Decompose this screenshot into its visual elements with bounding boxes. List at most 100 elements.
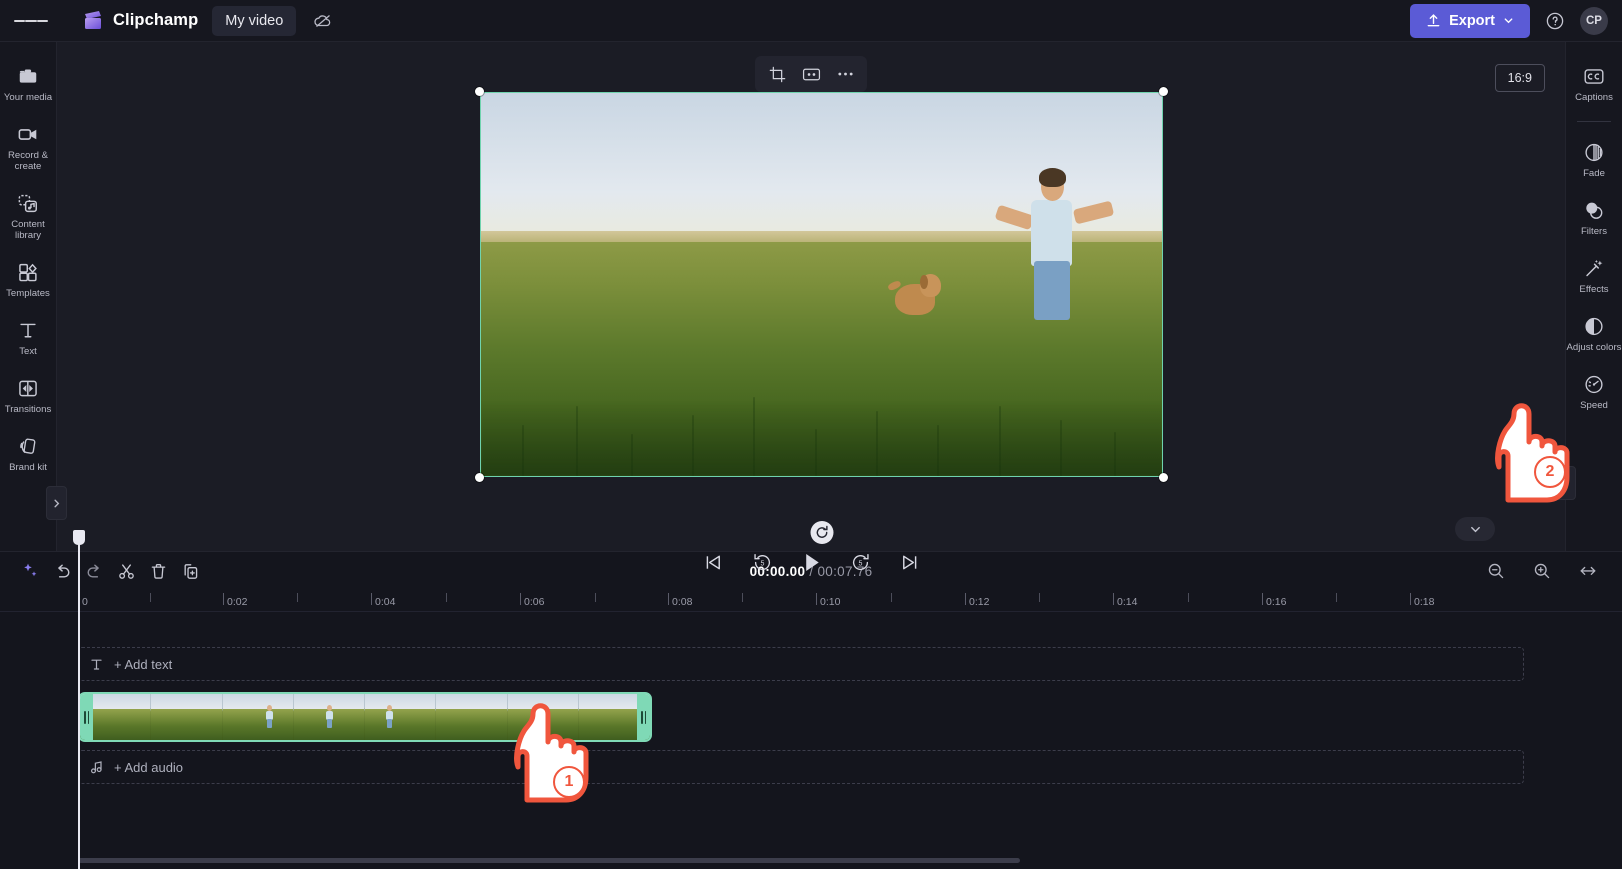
ellipsis-icon[interactable] [830, 61, 860, 87]
resize-handle-bottom-left[interactable] [475, 473, 484, 482]
add-text-label: + Add text [114, 656, 173, 672]
sidebar-item-templates[interactable]: Templates [1, 252, 56, 306]
timeline-tracks: + Add text + Add audio [0, 612, 1622, 869]
preview-child [994, 168, 1115, 338]
filters-circles-icon [1583, 199, 1605, 221]
redo-arrow-icon[interactable] [80, 558, 108, 584]
sidebar-item-content-library[interactable]: Content library [1, 183, 56, 248]
keyframe-box-icon[interactable] [796, 61, 826, 87]
sidebar-item-your-media[interactable]: Your media [1, 56, 56, 110]
right-item-captions[interactable]: Captions [1567, 56, 1622, 110]
help-circle-icon[interactable] [1542, 8, 1568, 34]
effects-wand-icon [1583, 257, 1605, 279]
right-sidebar: Captions Fade Filters Effects Adjust col… [1555, 42, 1622, 551]
skip-forward-icon[interactable] [894, 547, 924, 577]
export-button[interactable]: Export [1410, 3, 1530, 38]
add-text-track[interactable]: + Add text [78, 647, 1524, 681]
svg-text:5: 5 [858, 560, 862, 567]
ruler-label: 0:16 [1266, 596, 1287, 608]
top-bar: Clipchamp My video Export CP [0, 0, 1622, 42]
ruler-label: 0:04 [375, 596, 396, 608]
ruler-label: 0:06 [524, 596, 545, 608]
playhead[interactable] [73, 530, 85, 869]
sparkle-icon[interactable] [16, 558, 44, 584]
speedometer-icon [1583, 373, 1605, 395]
chevron-down-icon [1503, 15, 1514, 26]
ruler-label: 0:08 [672, 596, 693, 608]
right-item-label: Captions [1575, 92, 1613, 103]
add-audio-track[interactable]: + Add audio [78, 750, 1524, 784]
playhead-knob[interactable] [73, 530, 85, 545]
right-item-label: Adjust colors [1566, 342, 1622, 354]
magnifier-plus-icon[interactable] [1528, 558, 1556, 584]
sidebar-label: Templates [6, 288, 50, 300]
undo-arrow-icon[interactable] [48, 558, 76, 584]
ruler-label: 0:10 [820, 596, 841, 608]
right-item-label: Effects [1579, 284, 1609, 296]
magnifier-minus-icon[interactable] [1482, 558, 1510, 584]
video-clip[interactable] [78, 692, 652, 742]
transitions-icon [17, 377, 39, 399]
clip-thumbnails [80, 694, 650, 740]
rewind-5-icon[interactable]: 5 [747, 547, 777, 577]
crop-icon[interactable] [762, 61, 792, 87]
scissors-icon[interactable] [112, 558, 140, 584]
right-item-adjust-colors[interactable]: Adjust colors [1567, 306, 1622, 360]
right-item-label: Filters [1580, 226, 1608, 238]
rotate-clockwise-icon[interactable] [810, 521, 834, 544]
timeline-zoom-controls [1482, 558, 1606, 584]
play-icon[interactable] [796, 547, 826, 577]
closed-captions-icon [1583, 65, 1605, 87]
resize-handle-top-left[interactable] [475, 87, 484, 96]
clipchamp-logo-icon [82, 10, 104, 31]
panel-expand-down-button[interactable] [1455, 517, 1495, 541]
right-item-filters[interactable]: Filters [1567, 190, 1622, 244]
export-label: Export [1449, 12, 1495, 29]
right-sidebar-collapse-button[interactable] [1555, 466, 1576, 500]
sidebar-item-text[interactable]: Text [1, 310, 56, 364]
ruler-label: 0:12 [969, 596, 990, 608]
cloud-off-icon[interactable] [310, 8, 336, 34]
music-note-icon [89, 760, 104, 775]
clip-trim-handle-left[interactable] [80, 694, 93, 740]
trash-icon[interactable] [144, 558, 172, 584]
timeline-panel: 00:00.00 / 00:07.76 0 0:02 0:04 0:06 0:0… [0, 530, 1622, 869]
editor-body: Your media Record & create Content libra… [0, 42, 1622, 571]
resize-handle-bottom-right[interactable] [1159, 473, 1168, 482]
divider [1577, 121, 1611, 123]
right-item-effects[interactable]: Effects [1567, 248, 1622, 302]
timeline-horizontal-scrollbar[interactable] [78, 858, 1020, 863]
video-preview[interactable] [480, 92, 1163, 477]
sidebar-item-transitions[interactable]: Transitions [1, 368, 56, 422]
sidebar-item-record-create[interactable]: Record & create [1, 114, 56, 179]
sidebar-label: Your media [3, 92, 53, 103]
text-t-icon [17, 319, 39, 341]
project-title[interactable]: My video [212, 5, 297, 36]
fit-arrows-icon[interactable] [1574, 558, 1602, 584]
brand-kit-icon [17, 435, 39, 457]
timeline-ruler[interactable]: 0 0:02 0:04 0:06 0:08 0:10 0:12 0:14 0:1 [0, 590, 1622, 612]
clip-trim-handle-right[interactable] [637, 694, 650, 740]
right-item-fade[interactable]: Fade [1567, 132, 1622, 186]
duplicate-icon[interactable] [176, 558, 204, 584]
upload-icon [1426, 13, 1441, 28]
skip-back-icon[interactable] [698, 547, 728, 577]
hamburger-icon[interactable] [14, 4, 48, 38]
sidebar-item-brand-kit[interactable]: Brand kit [1, 426, 56, 480]
left-sidebar: Your media Record & create Content libra… [0, 42, 67, 551]
right-item-speed[interactable]: Speed [1567, 364, 1622, 418]
ruler-label: 0:14 [1117, 596, 1138, 608]
forward-5-icon[interactable]: 5 [845, 547, 875, 577]
add-audio-label: + Add audio [114, 759, 184, 775]
preview-dog [886, 273, 941, 323]
brand: Clipchamp [82, 10, 198, 31]
video-preview-container[interactable] [475, 87, 1168, 482]
aspect-ratio-button[interactable]: 16:9 [1494, 64, 1545, 92]
avatar[interactable]: CP [1580, 6, 1608, 35]
sidebar-label: Brand kit [9, 462, 47, 474]
playback-controls: 5 5 [698, 547, 924, 577]
left-sidebar-collapse-button[interactable] [46, 486, 67, 520]
ruler-label: 0:18 [1414, 596, 1435, 608]
resize-handle-top-right[interactable] [1159, 87, 1168, 96]
clip-float-toolbar [755, 56, 867, 92]
